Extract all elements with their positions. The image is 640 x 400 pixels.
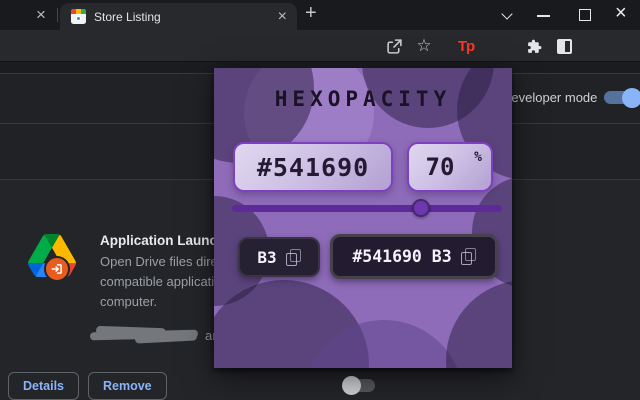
- share-icon[interactable]: [384, 30, 404, 62]
- hexopacity-popup: HEXOPACITY % B3 #541690 B3: [214, 68, 512, 368]
- bookmark-star-icon[interactable]: ☆: [414, 30, 434, 62]
- hex-color-input[interactable]: [233, 142, 393, 192]
- developer-mode-label: Developer mode: [502, 90, 598, 105]
- tab-search-chevron-icon[interactable]: [503, 10, 512, 19]
- window-minimize-button[interactable]: [537, 15, 550, 17]
- tab-store-listing[interactable]: Store Listing ×: [60, 3, 297, 30]
- percent-sign: %: [474, 150, 482, 165]
- bubble-decoration: [446, 280, 512, 368]
- window-maximize-button[interactable]: [579, 9, 591, 21]
- opacity-slider[interactable]: [232, 199, 502, 217]
- tab-title: Store Listing: [94, 10, 161, 24]
- toggle-knob: [622, 87, 640, 108]
- redacted-text: [89, 325, 202, 344]
- window-close-button[interactable]: ×: [615, 2, 627, 25]
- alpha-hex-copy-chip[interactable]: B3: [238, 237, 320, 277]
- copy-icon: [460, 248, 476, 265]
- side-panel-icon[interactable]: [554, 30, 574, 62]
- details-button[interactable]: Details: [8, 372, 79, 400]
- popup-title: HEXOPACITY: [274, 87, 452, 111]
- tab-close-icon[interactable]: ×: [278, 8, 287, 25]
- tp-extension-icon[interactable]: Tp: [452, 30, 480, 62]
- browser-toolbar: ☆ Tp B: [0, 30, 640, 92]
- launcher-badge-icon: [44, 256, 70, 282]
- developer-mode-toggle[interactable]: [604, 87, 640, 108]
- toggle-knob: [342, 376, 361, 395]
- extension-enable-toggle[interactable]: [342, 376, 375, 395]
- combined-hex-copy-chip[interactable]: #541690 B3: [330, 234, 498, 279]
- copy-icon: [285, 248, 301, 266]
- combined-hex-label: #541690 B3: [352, 247, 452, 266]
- extension-description-line: compatible applicatio: [100, 274, 222, 289]
- extensions-puzzle-icon[interactable]: [524, 30, 544, 62]
- chrome-web-store-favicon: [71, 9, 86, 24]
- alpha-hex-label: B3: [257, 247, 277, 267]
- tab-divider: [57, 8, 58, 22]
- inactive-tab-close-icon[interactable]: ×: [36, 6, 46, 23]
- opacity-slider-thumb[interactable]: [412, 199, 430, 217]
- tab-strip: × Store Listing × + ×: [0, 0, 640, 30]
- extension-description-line: Open Drive files direct: [100, 254, 228, 269]
- remove-button[interactable]: Remove: [88, 372, 167, 400]
- new-tab-button[interactable]: +: [305, 2, 317, 25]
- opacity-field-wrap: %: [407, 142, 493, 192]
- extension-description-line: computer.: [100, 294, 158, 309]
